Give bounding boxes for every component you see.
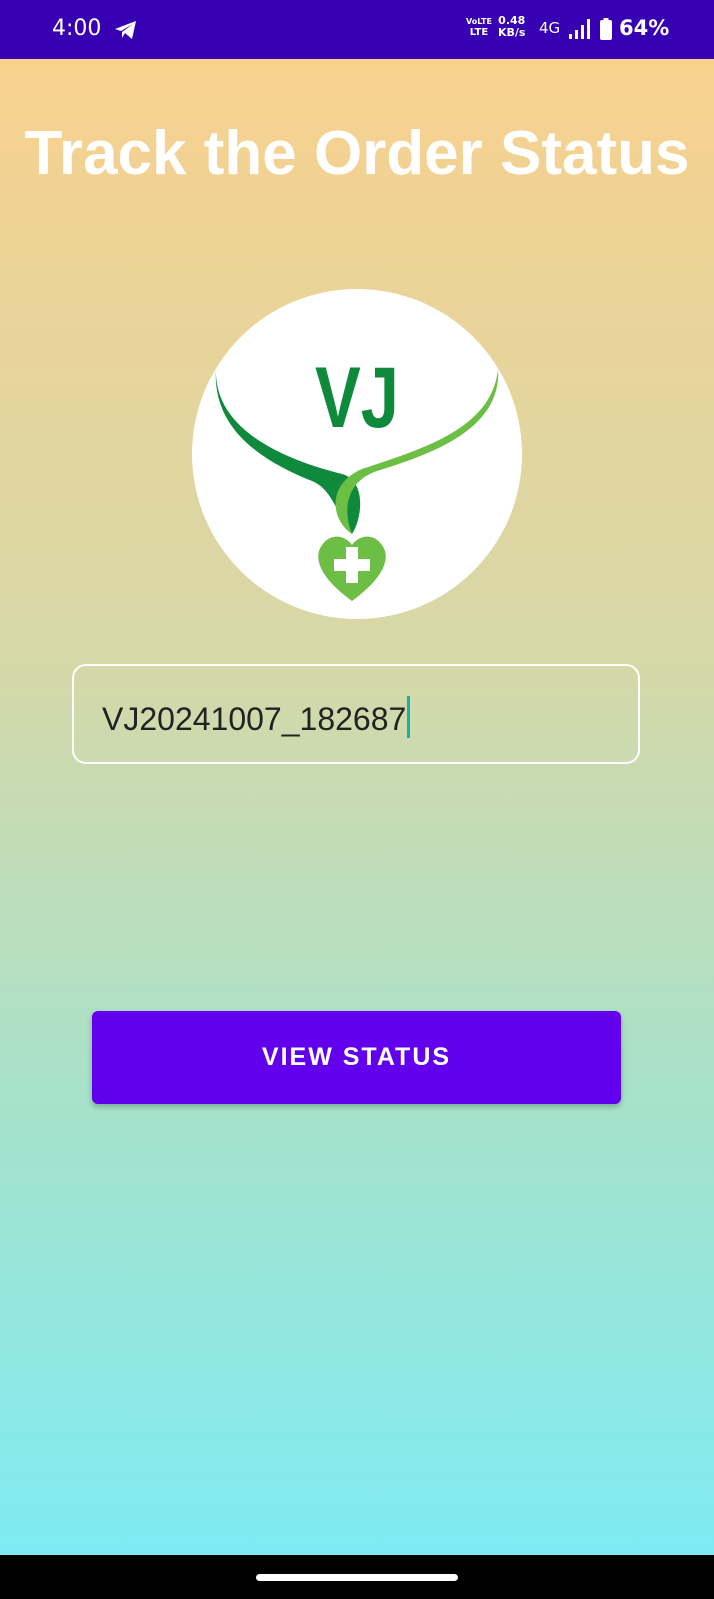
order-id-field[interactable]: VJ20241007_182687 [72,664,640,764]
status-time: 4:00 [52,16,102,41]
volte-indicator: VoLTE LTE [466,17,492,38]
page-title: Track the Order Status [24,119,690,188]
status-bar: 4:00 VoLTE LTE 0.48 KB/s 4G 64% [0,0,714,59]
vj-logo-graphic: VJ [215,350,499,601]
battery-percentage: 64% [619,16,670,40]
text-cursor [407,696,411,738]
app-logo: VJ [192,289,522,619]
signal-icon [569,19,590,39]
network-speed: 0.48 KB/s [498,14,526,39]
network-type: 4G [539,19,561,37]
battery-icon [600,18,612,40]
navigation-bar [0,1555,714,1599]
view-status-button[interactable]: VIEW STATUS [92,1011,621,1104]
order-id-value: VJ20241007_182687 [102,701,407,737]
logo-text: VJ [315,350,399,446]
home-gesture-handle[interactable] [256,1574,458,1581]
screen: 4:00 VoLTE LTE 0.48 KB/s 4G 64% Track th… [0,0,714,1599]
main-content: Track the Order Status VJ VJ20241007_182… [0,59,714,1555]
order-id-input[interactable]: VJ20241007_182687 [102,696,411,738]
telegram-icon [115,21,136,39]
